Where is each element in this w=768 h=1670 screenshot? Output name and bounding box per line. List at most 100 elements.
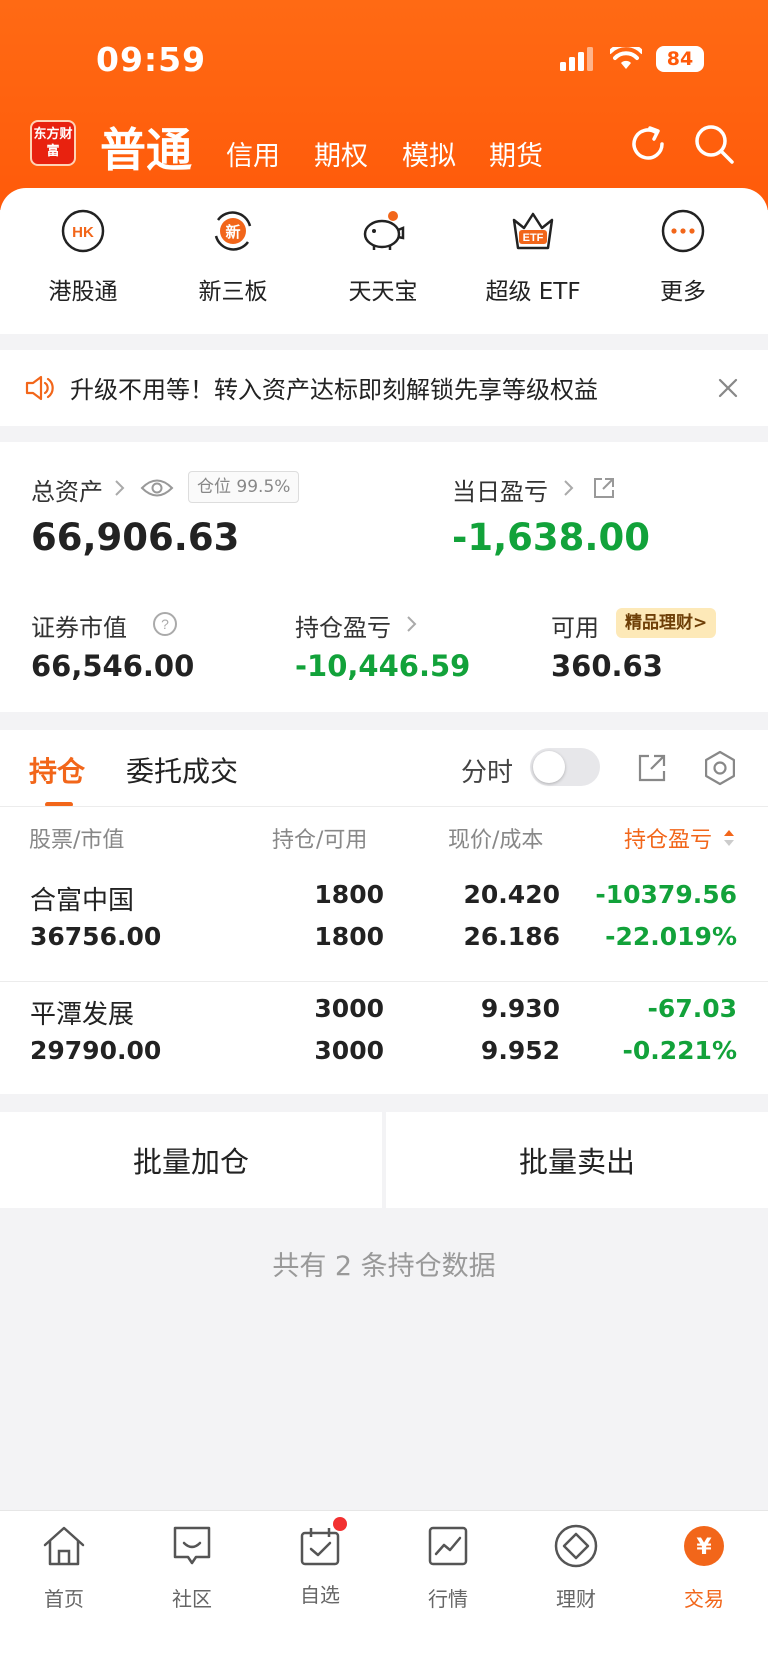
timeshare-toggle[interactable] (530, 748, 600, 786)
promo-notice-bar[interactable]: 升级不用等！转入资产达标即刻解锁先享等级权益 (0, 350, 768, 426)
gear-icon[interactable] (702, 750, 738, 786)
watchlist-icon-wrap (297, 1517, 347, 1569)
col-header-position: 持仓/可用 (272, 828, 368, 853)
quick-link-label: 新三板 (198, 279, 268, 305)
holding-pl-pct: -0.221% (622, 1036, 737, 1065)
market-icon (428, 1526, 468, 1566)
trade-icon: ¥ (684, 1526, 724, 1566)
toggle-knob (533, 751, 565, 783)
tabbar-wealth[interactable]: 理财 (512, 1523, 640, 1612)
wealth-badge[interactable]: 精品理财> (616, 608, 717, 638)
asset-summary: 总资产 仓位 99.5% 66,906.63 当日盈亏 -1,638.00 证券… (0, 442, 768, 712)
tab-orders[interactable]: 委托成交 (126, 750, 238, 790)
batch-actions: 批量加仓 批量卖出 (0, 1112, 768, 1208)
available-qty: 1800 (314, 922, 384, 951)
table-row[interactable]: 平潭发展 29790.00 3000 3000 9.930 9.952 -67.… (0, 994, 768, 1094)
position-ratio-badge: 仓位 99.5% (188, 471, 300, 503)
sort-icon[interactable] (722, 827, 736, 849)
chevron-right-icon (115, 480, 125, 496)
market-value-label: 证券市值 (31, 614, 127, 642)
holding-pl-label[interactable]: 持仓盈亏 (295, 608, 391, 643)
available-value: 360.63 (551, 649, 663, 683)
wealth-icon (554, 1524, 598, 1568)
eye-icon[interactable] (140, 476, 174, 500)
status-bar: 09:59 84 (0, 0, 768, 110)
divider (0, 806, 768, 807)
notification-dot (333, 1517, 347, 1531)
quick-link-hk[interactable]: HK 港股通 (8, 208, 158, 306)
quick-link-label: 港股通 (48, 279, 118, 305)
chevron-right-icon (407, 616, 417, 632)
stock-name: 合富中国 (30, 886, 135, 916)
tabbar-label: 行情 (428, 1587, 468, 1611)
quick-link-label: 更多 (660, 279, 706, 305)
tab-options[interactable]: 期权 (314, 134, 368, 173)
cost-price: 26.186 (463, 922, 560, 951)
batch-add-button[interactable]: 批量加仓 (0, 1112, 382, 1208)
holding-pl: -67.03 (647, 994, 737, 1023)
tab-simulated[interactable]: 模拟 (402, 134, 456, 173)
wifi-icon (610, 47, 642, 69)
table-row[interactable]: 合富中国 36756.00 1800 1800 20.420 26.186 -1… (0, 880, 768, 992)
daily-pl-value: -1,638.00 (452, 516, 650, 559)
tabbar-label: 交易 (684, 1587, 724, 1611)
signal-icon (560, 47, 593, 71)
quick-link-label: 天天宝 (348, 279, 418, 305)
community-icon (173, 1526, 211, 1565)
battery-indicator: 84 (656, 46, 704, 72)
holdings-panel: 持仓 委托成交 分时 股票/市值 持仓/可用 现价/成本 持仓盈亏 合富中国 3… (0, 730, 768, 1094)
tabbar-community[interactable]: 社区 (128, 1523, 256, 1612)
svg-text:ETF: ETF (523, 232, 544, 244)
export-icon[interactable] (636, 752, 668, 784)
batch-sell-button[interactable]: 批量卖出 (386, 1112, 768, 1208)
quick-link-label: 超级 ETF (485, 279, 581, 305)
total-assets-label[interactable]: 总资产 (31, 472, 103, 507)
search-icon[interactable] (692, 122, 736, 166)
position-qty: 3000 (314, 994, 384, 1023)
holdings-count-text: 共有 2 条持仓数据 (272, 1251, 496, 1282)
market-value: 66,546.00 (31, 649, 195, 683)
quick-link-more[interactable]: 更多 (608, 208, 758, 306)
holding-pl-pct: -22.019% (605, 922, 737, 951)
tabbar-label: 首页 (44, 1587, 84, 1611)
current-price: 9.930 (480, 994, 560, 1023)
tabbar-label: 社区 (172, 1587, 212, 1611)
tab-futures[interactable]: 期货 (489, 134, 543, 173)
tab-credit[interactable]: 信用 (226, 134, 280, 173)
quick-links-panel: HK 港股通 新 新三板 天天宝 ETF 超级 ETF 更多 (0, 188, 768, 334)
svg-text:¥: ¥ (696, 1535, 712, 1560)
refresh-icon[interactable] (626, 122, 670, 166)
account-type-nav: 东方财富 普通 信用 期权 模拟 期货 (0, 110, 768, 180)
chevron-right-icon (564, 480, 574, 496)
stock-name: 平潭发展 (30, 1000, 135, 1030)
tabbar-home[interactable]: 首页 (0, 1523, 128, 1612)
quick-link-tiantianbao[interactable]: 天天宝 (308, 208, 458, 306)
tab-holdings[interactable]: 持仓 (29, 750, 85, 790)
share-icon[interactable] (592, 476, 616, 500)
quick-link-etf[interactable]: ETF 超级 ETF (458, 208, 608, 306)
col-header-stock: 股票/市值 (29, 828, 125, 853)
quick-link-new-board[interactable]: 新 新三板 (158, 208, 308, 306)
daily-pl-label[interactable]: 当日盈亏 (452, 472, 548, 507)
close-icon[interactable] (718, 378, 738, 398)
total-assets-value: 66,906.63 (31, 516, 240, 559)
tab-normal[interactable]: 普通 (100, 114, 192, 180)
new-board-icon: 新 (214, 211, 252, 251)
tabbar-label: 理财 (556, 1587, 596, 1611)
svg-text:HK: HK (72, 224, 94, 241)
speaker-icon (25, 375, 54, 401)
hk-icon: HK (61, 209, 105, 253)
stock-market-value: 29790.00 (30, 1036, 162, 1065)
svg-text:新: 新 (225, 223, 240, 241)
holding-pl-value: -10,446.59 (295, 649, 471, 683)
tabbar-market[interactable]: 行情 (384, 1523, 512, 1612)
holding-pl: -10379.56 (595, 880, 737, 909)
col-header-pl[interactable]: 持仓盈亏 (624, 822, 712, 854)
timeshare-label: 分时 (461, 758, 514, 788)
help-icon[interactable]: ? (152, 611, 178, 637)
tabbar-watchlist[interactable]: 自选 (256, 1517, 384, 1608)
piggy-bank-icon (363, 211, 405, 250)
tabbar-trade[interactable]: ¥ 交易 (640, 1523, 768, 1612)
stock-market-value: 36756.00 (30, 922, 162, 951)
status-icons: 84 (560, 46, 704, 72)
